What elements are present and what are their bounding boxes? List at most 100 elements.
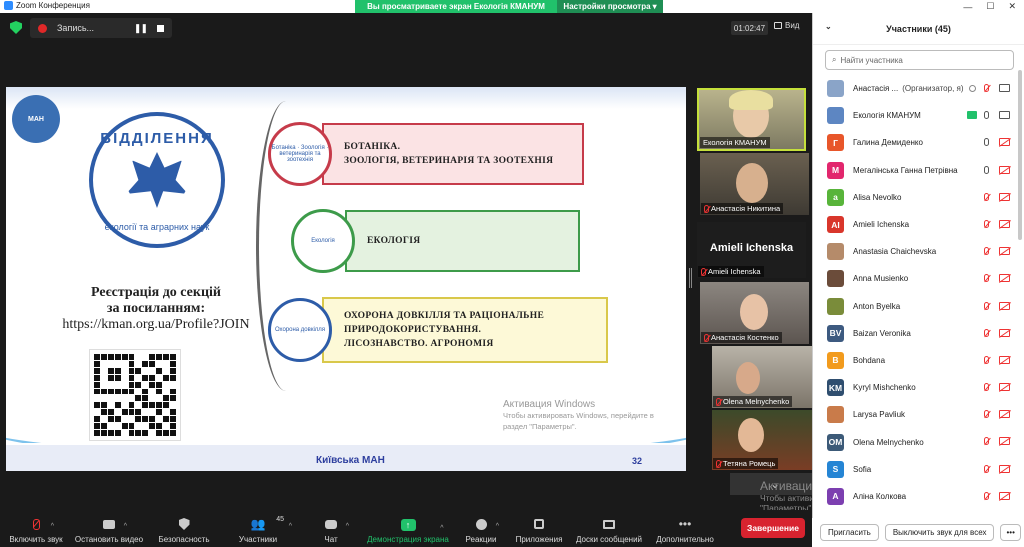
participant-row[interactable]: Анастасія ... (Организатор, я) — [813, 75, 1019, 102]
view-label: Вид — [785, 21, 800, 30]
window-title: Zoom Конференция — [16, 1, 90, 10]
participant-row[interactable]: М Мегалінська Ганна Петрівна — [813, 157, 1019, 184]
video-off-icon — [999, 410, 1010, 419]
mic-muted-icon — [984, 464, 989, 475]
section-environment-line1: ОХОРОНА ДОВКІЛЛЯ ТА РАЦІОНАЛЬНЕ — [344, 311, 545, 321]
participant-name: Мегалінська Ганна Петрівна — [853, 166, 1019, 175]
video-name: Анастасія Костенко — [711, 333, 779, 342]
participant-row[interactable]: Anastasia Chaichevska — [813, 238, 1019, 265]
share-screen-button[interactable]: ↑ ^ Демонстрация экрана — [366, 510, 450, 547]
stop-recording-icon[interactable] — [157, 24, 164, 32]
section-environment-line2: ПРИРОДОКОРИСТУВАННЯ. — [344, 325, 482, 335]
mic-icon — [984, 111, 989, 121]
mic-muted-icon — [984, 328, 989, 339]
section-environment-box: ОХОРОНА ДОВКІЛЛЯ ТА РАЦІОНАЛЬНЕ ПРИРОДОК… — [322, 297, 608, 363]
mic-muted-icon — [984, 410, 989, 420]
participant-search-placeholder: Найти участника — [840, 55, 903, 65]
participant-row[interactable]: BV Baizan Veronika — [813, 320, 1019, 347]
reactions-label: Реакции — [465, 535, 497, 544]
unmute-button[interactable]: ^ Включить звук — [8, 510, 64, 547]
video-tile[interactable]: Екологія КМАНУМ — [697, 88, 806, 151]
section-ecology-box: ЕКОЛОГІЯ — [345, 210, 580, 272]
recording-label: Запись... — [57, 23, 95, 33]
security-button[interactable]: Безопасность — [154, 510, 214, 547]
video-name: Amieli Ichenska — [708, 267, 761, 276]
mic-muted-icon — [704, 204, 709, 213]
meeting-toolbar: ^ Включить звук ^ Остановить видео Безоп… — [0, 510, 812, 547]
participant-row[interactable]: Г Галина Демиденко — [813, 129, 1019, 156]
slide-activation-sub1: Чтобы активировать Windows, перейдите в — [503, 411, 654, 420]
participant-row[interactable]: Anna Musienko — [813, 265, 1019, 292]
encryption-shield-icon[interactable] — [10, 21, 22, 34]
avatar: S — [827, 460, 844, 478]
avatar — [827, 243, 844, 261]
video-tile[interactable]: Olena Melnychenko — [712, 346, 821, 408]
mic-muted-icon — [984, 192, 989, 203]
participants-button[interactable]: 👥 45 ^ Участники — [234, 510, 292, 547]
close-window-button[interactable]: ✕ — [1008, 1, 1016, 12]
participant-face — [740, 294, 768, 330]
participant-row[interactable]: A Аліна Колкова — [813, 483, 1019, 510]
video-tile[interactable]: Amieli Ichenska Amieli Ichenska — [697, 222, 806, 278]
participant-name: Аліна Колкова — [853, 492, 1019, 501]
participant-name-text: Аліна Колкова — [853, 491, 907, 501]
video-tile[interactable]: Анастасія Никитина — [700, 153, 809, 215]
share-screen-icon: ↑ ^ — [400, 519, 444, 532]
pause-recording-icon[interactable]: ❚❚ — [134, 23, 148, 34]
participant-row[interactable]: a Alisa Nevolko — [813, 184, 1019, 211]
participant-name-text: Anastasia Chaichevska — [853, 247, 937, 257]
department-logo-title: ВІДДІЛЕННЯ — [100, 130, 214, 147]
mic-icon — [984, 138, 989, 148]
stop-video-button[interactable]: ^ Остановить видео — [72, 510, 146, 547]
share-screen-label: Демонстрация экрана — [367, 535, 449, 544]
video-camera-icon — [999, 111, 1010, 120]
slide-activation-title: Активация Windows — [503, 399, 596, 410]
view-options-label: Настройки просмотра — [563, 2, 651, 11]
apps-button[interactable]: Приложения — [512, 510, 566, 547]
participant-name-text: Мегалінська Ганна Петрівна — [853, 165, 958, 175]
mic-muted-icon — [984, 84, 989, 94]
participant-row[interactable]: Екологія КМАНУМ — [813, 102, 1019, 129]
participant-search-input[interactable]: ⌕ Найти участника — [825, 50, 1014, 70]
video-tile[interactable]: Тетяна Ромець — [712, 410, 821, 470]
view-options-button[interactable]: Настройки просмотра ▾ — [557, 0, 663, 13]
participants-icon: 👥 45 ^ — [250, 516, 292, 531]
view-button[interactable]: Вид — [774, 21, 799, 30]
participant-row[interactable]: B Bohdana — [813, 347, 1019, 374]
video-off-icon — [999, 355, 1010, 364]
recording-indicator: Запись... ❚❚ — [30, 18, 172, 38]
video-off-icon — [999, 383, 1010, 392]
participant-row[interactable]: Anton Byelka — [813, 293, 1019, 320]
participant-row[interactable]: KM Kyryl Mishchenko — [813, 374, 1019, 401]
apps-label: Приложения — [515, 535, 563, 544]
whiteboards-label: Доски сообщений — [575, 535, 642, 544]
participant-name: Галина Демиденко — [853, 138, 1019, 147]
maximize-button[interactable]: ☐ — [986, 1, 994, 12]
participant-row[interactable]: Larysa Pavliuk — [813, 401, 1019, 428]
end-meeting-button[interactable]: Завершение — [741, 518, 805, 538]
collapse-chevron-icon[interactable]: ⌄ — [825, 22, 832, 31]
mute-all-button[interactable]: Выключить звук для всех — [884, 524, 995, 541]
participant-role: (Организатор, я) — [902, 84, 964, 94]
meeting-timer: 01:02:47 — [731, 21, 768, 35]
video-name: Анастасія Никитина — [711, 204, 781, 213]
panel-splitter-handle[interactable] — [689, 268, 692, 288]
more-options-button[interactable]: ••• — [1000, 524, 1021, 541]
participants-scrollbar[interactable] — [1018, 70, 1022, 240]
participant-name-text: Bohdana — [853, 355, 886, 365]
avatar: B — [827, 351, 844, 369]
video-tile[interactable]: Анастасія Костенко — [700, 282, 809, 344]
whiteboards-button[interactable]: Доски сообщений — [572, 510, 646, 547]
minimize-button[interactable]: — — [963, 2, 972, 12]
reactions-button[interactable]: ^ Реакции — [462, 510, 500, 547]
qr-code — [89, 349, 181, 441]
participant-row[interactable]: AI Amieli Ichenska — [813, 211, 1019, 238]
more-button[interactable]: ••• Дополнительно — [652, 510, 718, 547]
invite-button[interactable]: Пригласить — [820, 524, 879, 541]
participant-name: Sofia — [853, 465, 1019, 474]
participants-panel-header: ⌄ Участники (45) — [813, 13, 1024, 45]
participant-row[interactable]: OM Olena Melnychenko — [813, 428, 1019, 455]
chat-button[interactable]: ^ Чат — [318, 510, 349, 547]
mic-muted-icon — [984, 491, 989, 502]
participant-row[interactable]: S Sofia — [813, 456, 1019, 483]
